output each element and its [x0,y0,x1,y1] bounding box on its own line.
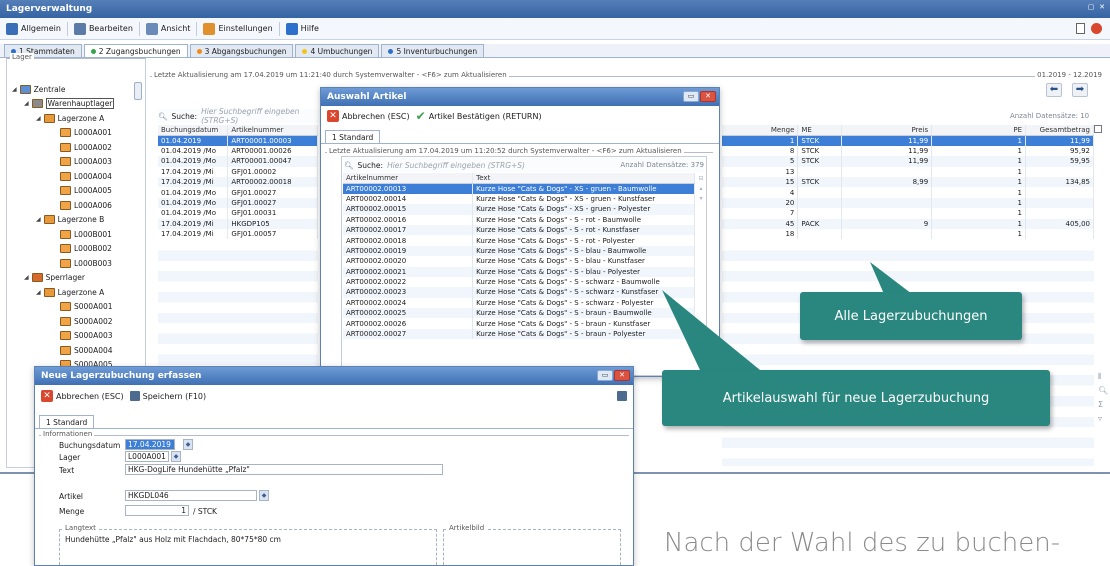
alle-pointer [870,262,912,294]
callout-alle: Alle Lagerzubuchungen [800,292,1022,340]
callout-artikelauswahl-text: Artikelauswahl für neue Lagerzubuchung [722,390,990,406]
artikelauswahl-pointer [662,290,760,370]
callout-artikelauswahl: Artikelauswahl für neue Lagerzubuchung [662,370,1050,426]
callout-pointers [662,262,912,370]
caption-text: Nach der Wahl des zu buchen- [664,528,1061,558]
callout-alle-text: Alle Lagerzubuchungen [834,308,988,324]
